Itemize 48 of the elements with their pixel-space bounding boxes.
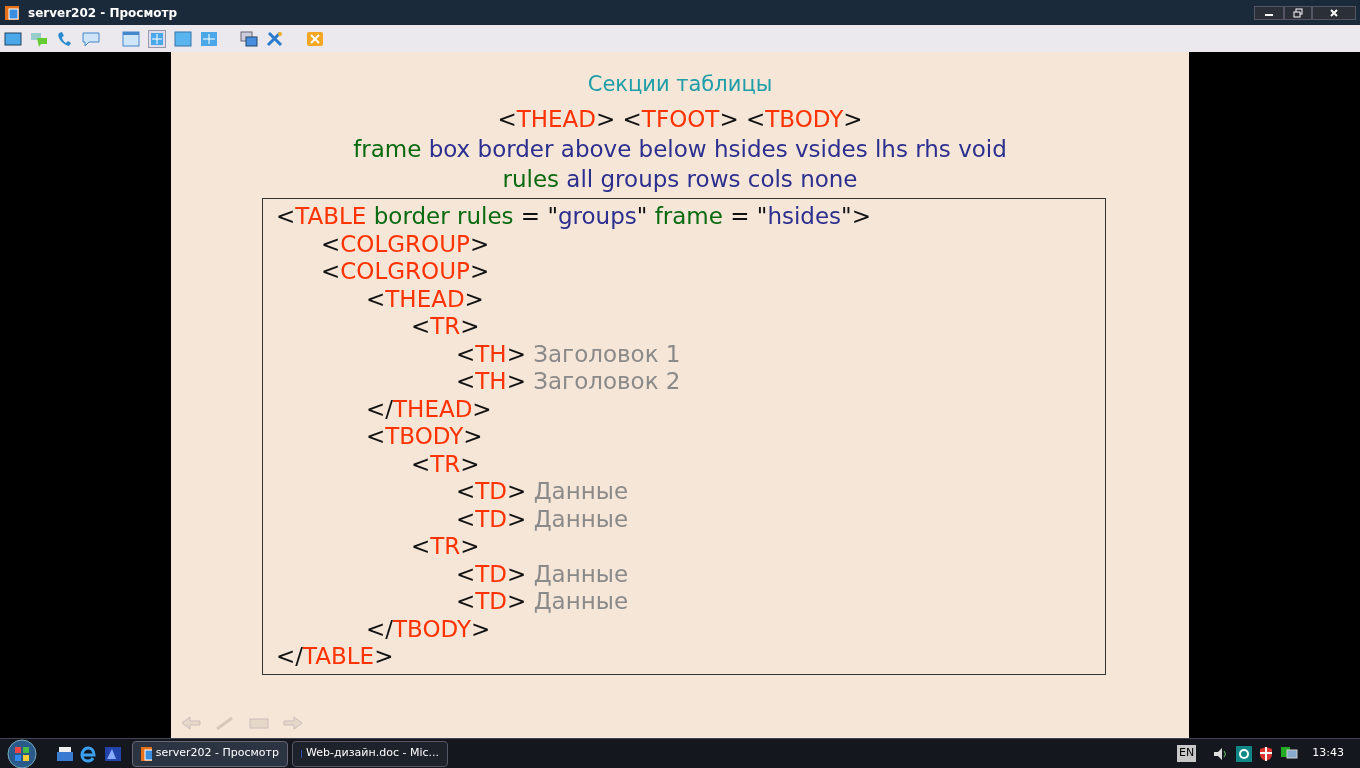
shield-icon[interactable] [1258,745,1275,762]
restore-icon [1293,7,1303,18]
window-icon[interactable] [122,30,140,47]
code-line: <TD> Данные [456,478,629,506]
code-line: <TR> [411,450,480,478]
screen-icon[interactable] [4,30,22,47]
taskbar-button[interactable]: Web-дизайн.doc - Mic... [292,740,448,767]
code-line: <TH> Заголовок 2 [456,368,681,396]
heading-line: frame box border above below hsides vsides lhs rhs void [353,135,1007,164]
printer-icon[interactable] [56,744,74,763]
code-line: <TD> Данные [456,560,629,588]
network-icon[interactable] [1280,745,1299,762]
tools-icon[interactable] [266,30,284,47]
app-icon [4,4,20,21]
language-indicator[interactable]: EN [1177,745,1197,762]
minimize-button[interactable] [1254,5,1284,20]
ring-icon[interactable] [1236,745,1253,762]
code-line: <TBODY> [366,423,483,451]
code-line: <TH> Заголовок 1 [456,340,681,368]
heading-line: <THEAD> <TFOOT> <TBODY> [497,105,863,134]
code-line: <COLGROUP> [321,258,490,286]
fit-screen-icon[interactable] [148,29,166,48]
close-button[interactable] [1312,5,1356,20]
code-line: </TABLE> [276,643,394,671]
code-line: <TD> Данные [456,588,629,616]
code-line: <THEAD> [366,285,484,313]
code-line: <TR> [411,313,480,341]
code-line: <TR> [411,533,480,561]
media-icon[interactable] [104,744,122,763]
code-line: <COLGROUP> [321,230,490,258]
browser-icon[interactable] [80,744,98,763]
windows-icon[interactable] [240,30,258,47]
full-screen-icon[interactable] [174,30,192,47]
expand-icon[interactable] [200,30,218,47]
code-line: </TBODY> [366,615,491,643]
window-title: server202 - Просмотр [28,4,178,22]
heading-line: rules all groups rows cols none [502,165,858,194]
restore-button[interactable] [1284,5,1312,20]
code-line: <TABLE border rules = "groups" frame = "hsides"> [276,203,871,231]
code-line: </THEAD> [366,395,492,423]
taskbar-button[interactable]: server202 - Просмотр [132,740,288,767]
clock: 13:43 [1312,745,1344,762]
close-icon [1329,7,1339,18]
app-icon [141,746,152,761]
phone-icon[interactable] [56,30,74,47]
slide-title: Секции таблицы [587,72,773,96]
speech-bubble-icon[interactable] [82,30,100,47]
code-line: <TD> Данные [456,505,629,533]
